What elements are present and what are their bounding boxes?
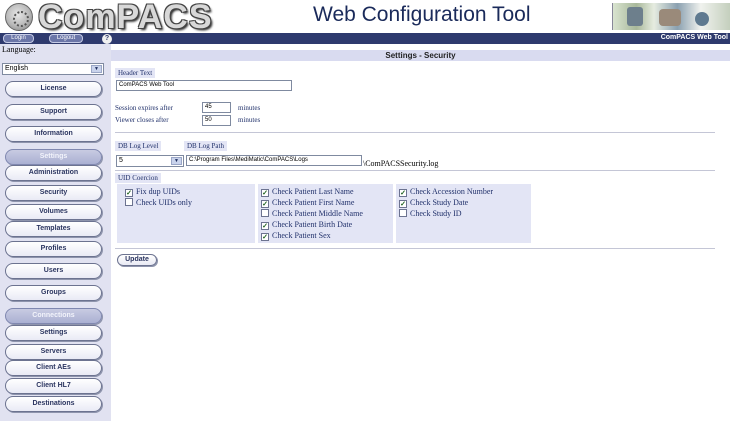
divider bbox=[115, 170, 715, 171]
chevron-down-icon[interactable]: ▼ bbox=[171, 157, 182, 165]
header-text-input[interactable]: ComPACS Web Tool bbox=[116, 80, 292, 91]
checkbox-icon bbox=[399, 209, 407, 217]
compacs-logo: ComPACS bbox=[38, 0, 213, 36]
sidebar-item-servers[interactable]: Servers bbox=[5, 344, 102, 360]
checkbox-icon bbox=[125, 198, 133, 206]
top-toolbar: Login Logout ? ComPACS Web Tool bbox=[0, 33, 730, 44]
sidebar: Language: English ▼ License Support Info… bbox=[0, 44, 111, 421]
sidebar-item-information[interactable]: Information bbox=[5, 126, 102, 142]
app-title: Web Configuration Tool bbox=[313, 3, 531, 26]
db-log-path-input[interactable]: C:\Program Files\MediMatic\ComPACS\Logs bbox=[186, 155, 362, 166]
sidebar-item-profiles[interactable]: Profiles bbox=[5, 241, 102, 257]
session-expires-label: Session expires after bbox=[115, 104, 173, 112]
compacs-logo-icon bbox=[5, 3, 33, 31]
language-select-value: English bbox=[5, 65, 28, 72]
sidebar-item-client-hl7[interactable]: Client HL7 bbox=[5, 378, 102, 394]
checkbox-icon: ✓ bbox=[261, 200, 269, 208]
db-log-file-suffix: \ComPACSSecurity.log bbox=[363, 159, 439, 168]
login-button[interactable]: Login bbox=[3, 34, 34, 43]
db-log-level-select[interactable]: 5 ▼ bbox=[116, 155, 184, 167]
sidebar-item-volumes[interactable]: Volumes bbox=[5, 204, 102, 220]
logout-button[interactable]: Logout bbox=[49, 34, 83, 43]
section-title: Settings - Security bbox=[111, 50, 730, 61]
checkbox-patient-middle-name[interactable]: Check Patient Middle Name bbox=[261, 209, 363, 219]
viewer-closes-unit: minutes bbox=[238, 116, 261, 124]
divider bbox=[115, 132, 715, 133]
uid-coercion-label: UID Coercion bbox=[115, 173, 161, 183]
viewer-closes-input[interactable]: 50 bbox=[202, 115, 231, 126]
checkbox-patient-first-name[interactable]: ✓ Check Patient First Name bbox=[261, 198, 354, 208]
checkbox-icon: ✓ bbox=[261, 189, 269, 197]
sidebar-item-support[interactable]: Support bbox=[5, 104, 102, 120]
sidebar-item-security[interactable]: Security bbox=[5, 185, 102, 201]
session-expires-unit: minutes bbox=[238, 104, 261, 112]
checkbox-accession-number[interactable]: ✓ Check Accession Number bbox=[399, 187, 493, 197]
sidebar-group-connections: Connections bbox=[5, 308, 102, 324]
checkbox-icon: ✓ bbox=[261, 233, 269, 241]
checkbox-icon: ✓ bbox=[399, 189, 407, 197]
checkbox-fix-dup-uids[interactable]: ✓ Fix dup UIDs bbox=[125, 187, 180, 197]
sidebar-item-groups[interactable]: Groups bbox=[5, 285, 102, 301]
app-header: ComPACS Web Configuration Tool bbox=[0, 0, 730, 36]
sidebar-group-settings: Settings bbox=[5, 149, 102, 165]
language-select[interactable]: English ▼ bbox=[2, 63, 104, 75]
sidebar-item-administration[interactable]: Administration bbox=[5, 165, 102, 181]
db-log-level-value: 5 bbox=[119, 157, 123, 164]
db-log-path-label: DB Log Path bbox=[184, 141, 227, 151]
help-icon[interactable]: ? bbox=[102, 34, 112, 44]
checkbox-patient-sex[interactable]: ✓ Check Patient Sex bbox=[261, 231, 331, 241]
sidebar-item-client-aes[interactable]: Client AEs bbox=[5, 360, 102, 376]
sidebar-item-destinations[interactable]: Destinations bbox=[5, 396, 102, 412]
checkbox-check-uids-only[interactable]: Check UIDs only bbox=[125, 198, 192, 208]
main-content: Settings - Security Header Text ComPACS … bbox=[111, 44, 730, 421]
checkbox-icon: ✓ bbox=[125, 189, 133, 197]
header-photo-image bbox=[612, 3, 730, 30]
sidebar-item-license[interactable]: License bbox=[5, 81, 102, 97]
language-label: Language: bbox=[2, 45, 36, 54]
checkbox-icon: ✓ bbox=[399, 200, 407, 208]
checkbox-icon: ✓ bbox=[261, 222, 269, 230]
checkbox-icon bbox=[261, 209, 269, 217]
checkbox-patient-last-name[interactable]: ✓ Check Patient Last Name bbox=[261, 187, 354, 197]
divider bbox=[115, 248, 715, 249]
sidebar-item-templates[interactable]: Templates bbox=[5, 221, 102, 237]
db-log-level-label: DB Log Level bbox=[115, 141, 162, 151]
checkbox-study-id[interactable]: Check Study ID bbox=[399, 209, 462, 219]
checkbox-study-date[interactable]: ✓ Check Study Date bbox=[399, 198, 468, 208]
sidebar-item-users[interactable]: Users bbox=[5, 263, 102, 279]
chevron-down-icon[interactable]: ▼ bbox=[91, 65, 102, 73]
session-expires-input[interactable]: 45 bbox=[202, 102, 231, 113]
update-button[interactable]: Update bbox=[117, 254, 157, 266]
sidebar-item-connection-settings[interactable]: Settings bbox=[5, 325, 102, 341]
checkbox-patient-birth-date[interactable]: ✓ Check Patient Birth Date bbox=[261, 220, 352, 230]
viewer-closes-label: Viewer closes after bbox=[115, 116, 169, 124]
brand-label: ComPACS Web Tool bbox=[660, 34, 728, 41]
header-text-label: Header Text bbox=[115, 68, 156, 78]
